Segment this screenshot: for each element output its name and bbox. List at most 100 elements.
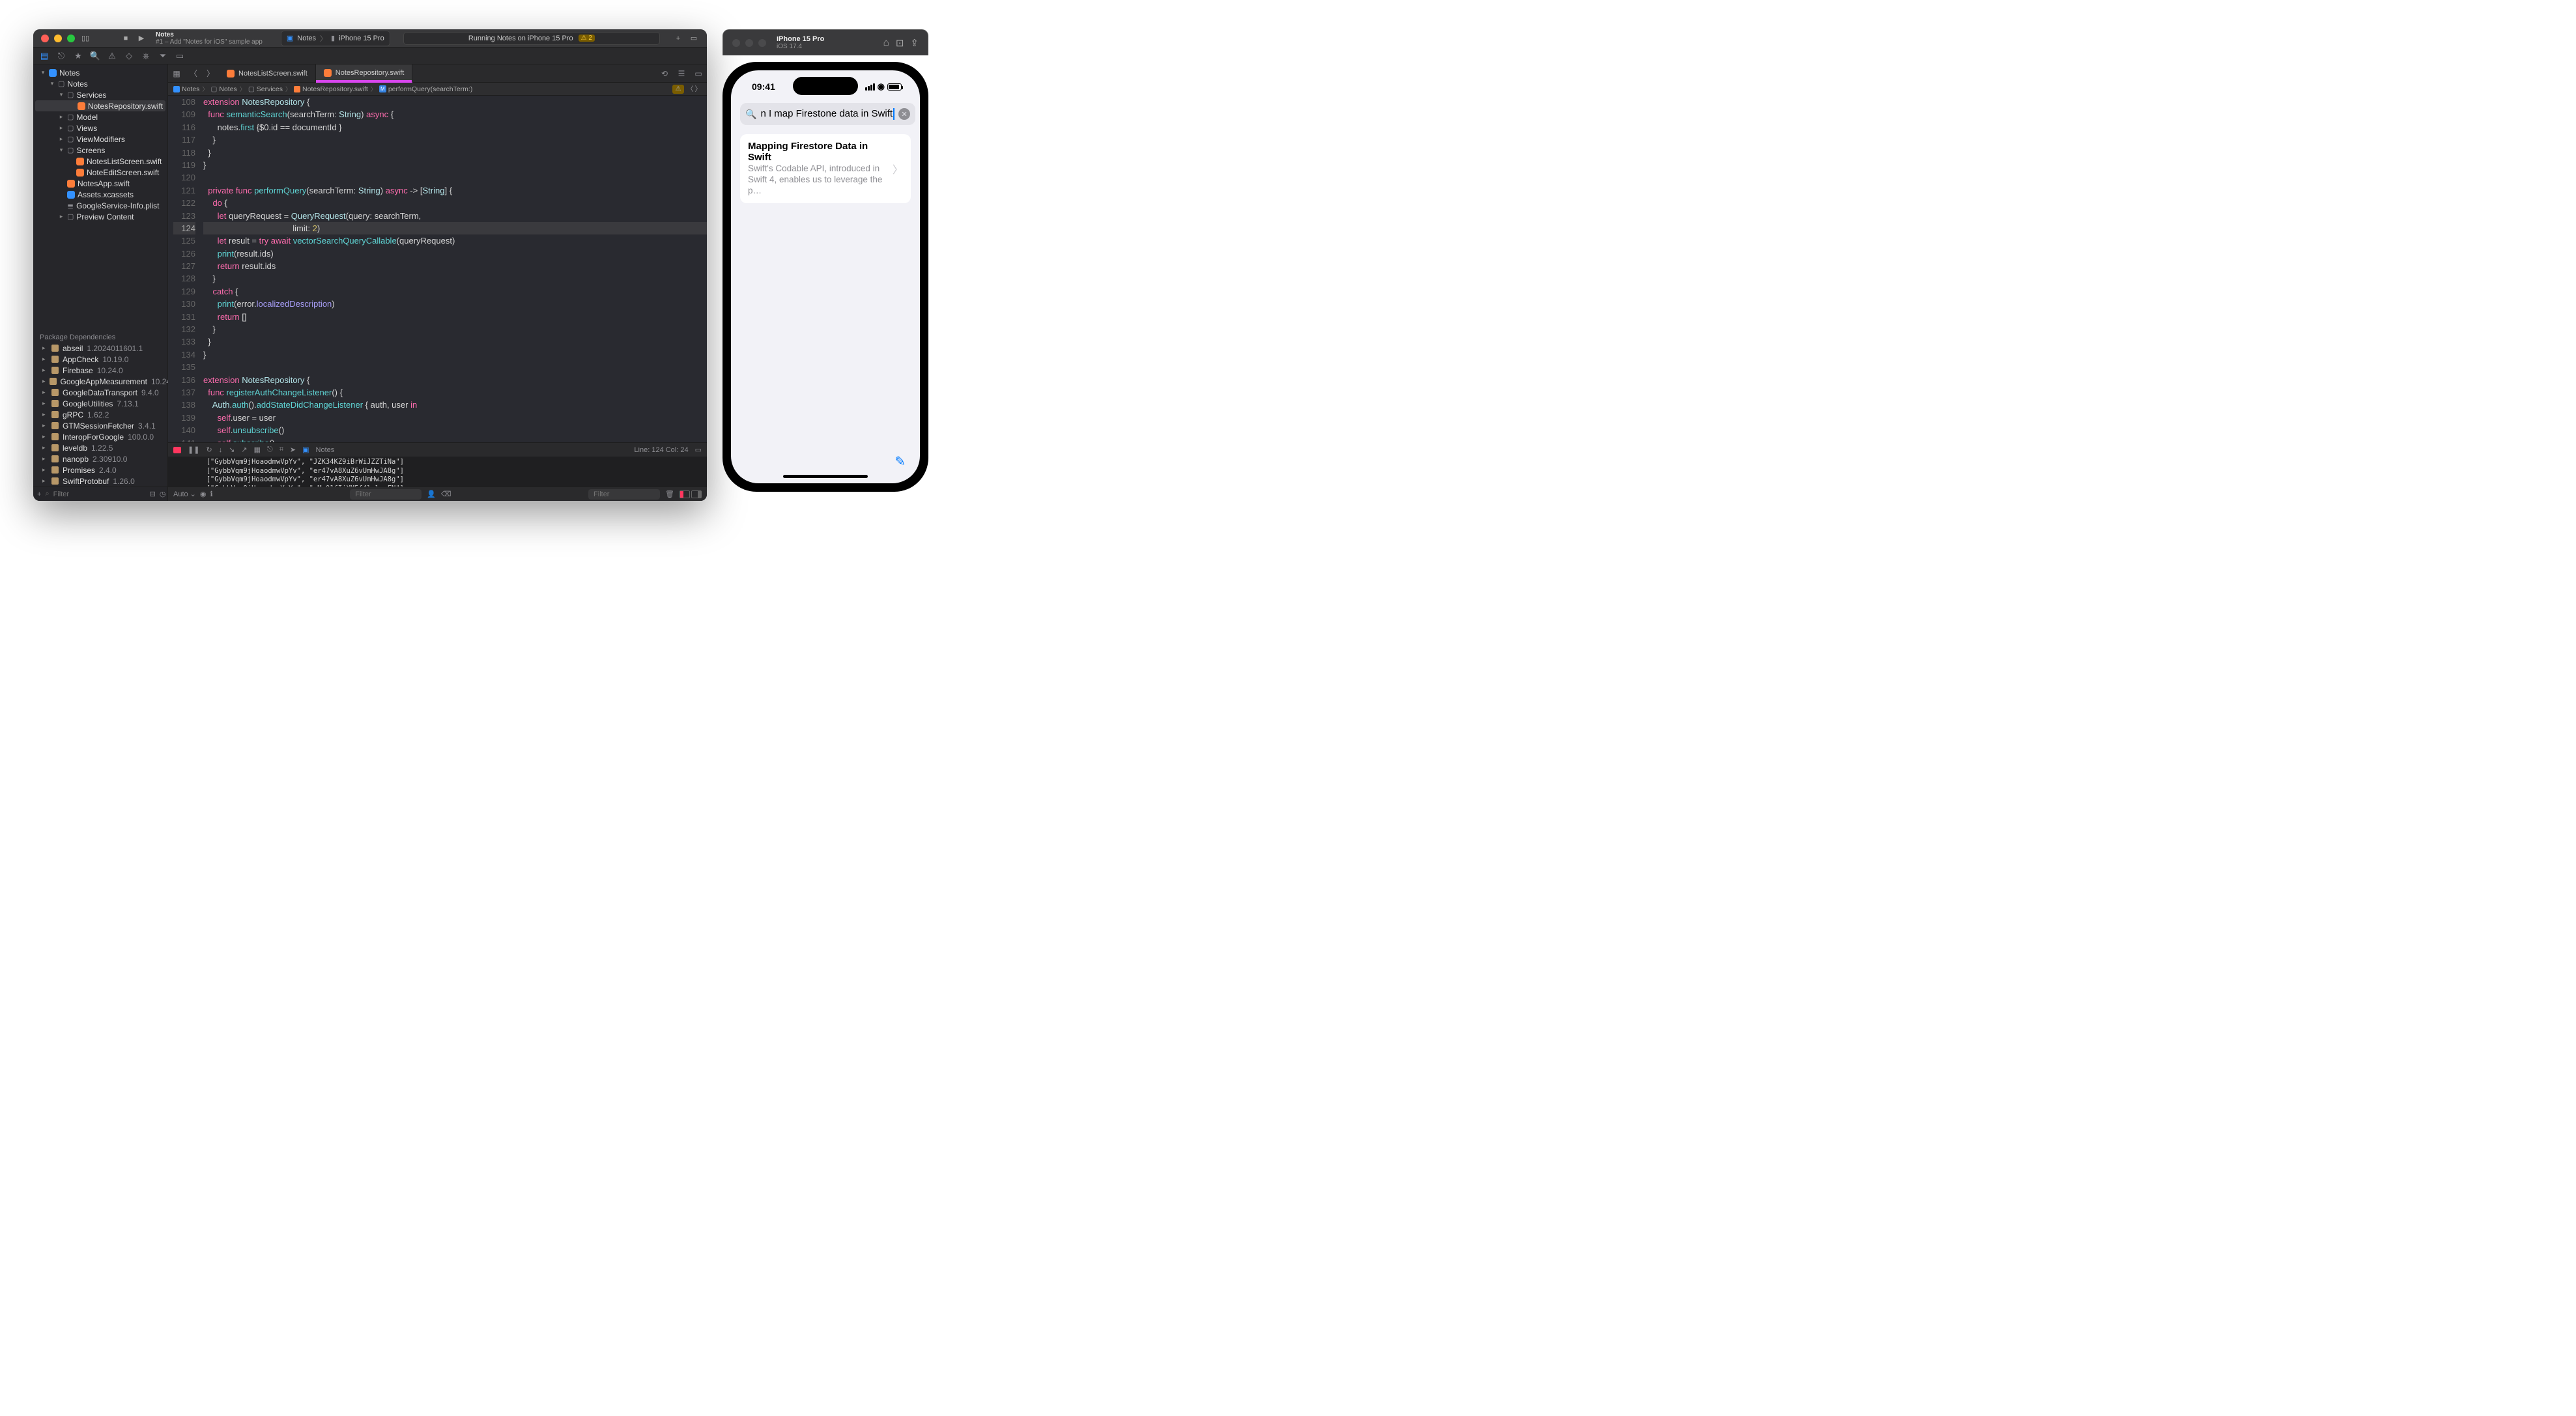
debug-view-icon[interactable]: ▦: [254, 446, 261, 454]
clear-search-icon[interactable]: ✕: [898, 108, 910, 120]
step-out-icon[interactable]: ↗: [241, 446, 247, 454]
test-navigator-icon[interactable]: ◇: [122, 49, 136, 63]
screenshot-icon[interactable]: ⊡: [896, 37, 904, 49]
jumpbar-segment[interactable]: MperformQuery(searchTerm:): [379, 85, 473, 93]
nav-item[interactable]: NotesListScreen.swift: [33, 156, 167, 167]
package-item[interactable]: ▸nanopb 2.30910.0: [33, 453, 167, 464]
share-icon[interactable]: ⇪: [910, 37, 919, 49]
compose-icon[interactable]: ✎: [894, 453, 906, 470]
package-item[interactable]: ▸InteropForGoogle 100.0.0: [33, 431, 167, 442]
line-gutter[interactable]: 1081091161171181191201211221231241251261…: [168, 96, 201, 442]
inline-warning-indicator[interactable]: ⚠: [672, 85, 684, 94]
recent-filter-icon[interactable]: ◷: [160, 490, 166, 498]
nav-item[interactable]: ▸▢Views: [33, 122, 167, 134]
step-into-icon[interactable]: ↘: [229, 446, 235, 454]
library-button[interactable]: ▭: [689, 33, 699, 44]
report-navigator-icon[interactable]: ▭: [173, 49, 187, 63]
jumpbar-segment[interactable]: ▢Notes: [210, 85, 236, 93]
breakpoints-toggle[interactable]: [173, 447, 181, 453]
source-code[interactable]: extension NotesRepository { func semanti…: [201, 96, 707, 442]
chevron-right-icon[interactable]: ▸: [42, 378, 46, 385]
nav-item[interactable]: NoteEditScreen.swift: [33, 167, 167, 178]
disclosure-chevron[interactable]: ▾: [49, 80, 55, 87]
info-icon[interactable]: ℹ: [210, 490, 213, 498]
package-item[interactable]: ▸gRPC 1.62.2: [33, 409, 167, 420]
variables-pane-toggle[interactable]: [680, 490, 690, 498]
package-item[interactable]: ▸abseil 1.2024011601.1: [33, 343, 167, 354]
nav-item[interactable]: ▾▢Screens: [33, 145, 167, 156]
chevron-right-icon[interactable]: ▸: [42, 466, 48, 474]
minimize-button[interactable]: [54, 35, 62, 42]
package-item[interactable]: ▸GoogleDataTransport 9.4.0: [33, 387, 167, 398]
package-item[interactable]: ▸GoogleAppMeasurement 10.24.0: [33, 376, 167, 387]
step-over-icon[interactable]: ↓: [219, 446, 223, 454]
stop-button[interactable]: [121, 33, 131, 44]
home-indicator[interactable]: [783, 475, 868, 478]
package-item[interactable]: ▸Promises 2.4.0: [33, 464, 167, 475]
breakpoint-navigator-icon[interactable]: ⏷: [156, 49, 170, 63]
chevron-right-icon[interactable]: ▸: [42, 444, 48, 451]
add-tab-button[interactable]: [673, 33, 683, 44]
nav-item[interactable]: ≣GoogleService-Info.plist: [33, 200, 167, 211]
maximize-button[interactable]: [67, 35, 75, 42]
navigator-filter-input[interactable]: [53, 490, 146, 498]
back-button[interactable]: 〈: [185, 65, 202, 82]
sim-min[interactable]: [745, 39, 753, 47]
package-item[interactable]: ▸Firebase 10.24.0: [33, 365, 167, 376]
memory-icon[interactable]: ⎋: [267, 446, 273, 454]
chevron-right-icon[interactable]: ▸: [42, 389, 48, 396]
jumpbar-arrows[interactable]: 〈〉: [687, 84, 702, 94]
auto-variables-label[interactable]: Auto ⌄: [173, 490, 196, 498]
nav-item[interactable]: ▾Notes: [33, 67, 167, 78]
code-editor[interactable]: 1081091161171181191201211221231241251261…: [168, 96, 707, 442]
scheme-selector[interactable]: ▣ Notes 〉 ▮ iPhone 15 Pro: [281, 31, 390, 46]
iphone-screen[interactable]: 09:41 ◉ 🔍 n I map Firestone data in Swif…: [731, 70, 920, 483]
nav-item[interactable]: ▸▢Model: [33, 111, 167, 122]
close-button[interactable]: [41, 35, 49, 42]
package-item[interactable]: ▸SwiftProtobuf 1.26.0: [33, 475, 167, 487]
jumpbar-path[interactable]: Notes〉▢Notes〉▢Services〉NotesRepository.s…: [173, 85, 472, 93]
issue-navigator-icon[interactable]: ⚠: [105, 49, 119, 63]
chevron-right-icon[interactable]: ▸: [42, 345, 48, 352]
nav-item[interactable]: Assets.xcassets: [33, 189, 167, 200]
chevron-right-icon[interactable]: ▸: [42, 455, 48, 462]
nav-item[interactable]: ▾▢Services: [33, 89, 167, 100]
scm-filter-icon[interactable]: ⊟: [150, 490, 156, 498]
nav-item[interactable]: NotesRepository.swift: [35, 100, 165, 111]
visibility-icon[interactable]: ◉: [200, 490, 207, 498]
console-filter-input[interactable]: [588, 489, 660, 500]
search-result-card[interactable]: Mapping Firestore Data in Swift Swift's …: [740, 134, 911, 203]
disclosure-chevron[interactable]: ▾: [58, 91, 64, 98]
chevron-right-icon[interactable]: ▸: [42, 400, 48, 407]
debug-console[interactable]: ["GybbVqm9jHoaodmwVpYv", "JZK34KZ9iBrWiJ…: [168, 457, 707, 487]
chevron-right-icon[interactable]: ▸: [42, 356, 48, 363]
package-item[interactable]: ▸GoogleUtilities 7.13.1: [33, 398, 167, 409]
reload-icon[interactable]: ⟲: [656, 65, 673, 82]
clear-icon[interactable]: ⌫: [441, 490, 451, 498]
console-pane-toggle[interactable]: [691, 490, 702, 498]
disclosure-chevron[interactable]: ▸: [58, 113, 64, 120]
disclosure-chevron[interactable]: ▸: [58, 135, 64, 143]
sim-max[interactable]: [758, 39, 766, 47]
add-button[interactable]: +: [37, 490, 41, 498]
sim-close[interactable]: [732, 39, 740, 47]
find-navigator-icon[interactable]: 🔍: [88, 49, 102, 63]
nav-item[interactable]: NotesApp.swift: [33, 178, 167, 189]
disclosure-chevron[interactable]: ▸: [58, 213, 64, 220]
project-navigator-icon[interactable]: ▤: [37, 49, 51, 63]
trash-icon[interactable]: 🗑: [665, 490, 674, 498]
jumpbar-segment[interactable]: NotesRepository.swift: [294, 85, 368, 93]
bookmarks-navigator-icon[interactable]: ★: [71, 49, 85, 63]
related-items-icon[interactable]: ▦: [168, 65, 185, 82]
add-editor-icon[interactable]: ▭: [690, 65, 707, 82]
filter-user-icon[interactable]: 👤: [427, 490, 436, 498]
disclosure-chevron[interactable]: ▾: [58, 147, 64, 154]
run-button[interactable]: [136, 33, 147, 44]
nav-item[interactable]: ▸▢Preview Content: [33, 211, 167, 222]
jumpbar-segment[interactable]: Notes: [173, 85, 199, 93]
warning-badge[interactable]: ⚠ 2: [579, 35, 595, 42]
jumpbar-segment[interactable]: ▢Services: [248, 85, 283, 93]
chevron-right-icon[interactable]: ▸: [42, 477, 48, 485]
disclosure-chevron[interactable]: ▸: [58, 124, 64, 132]
forward-button[interactable]: 〉: [202, 65, 219, 82]
